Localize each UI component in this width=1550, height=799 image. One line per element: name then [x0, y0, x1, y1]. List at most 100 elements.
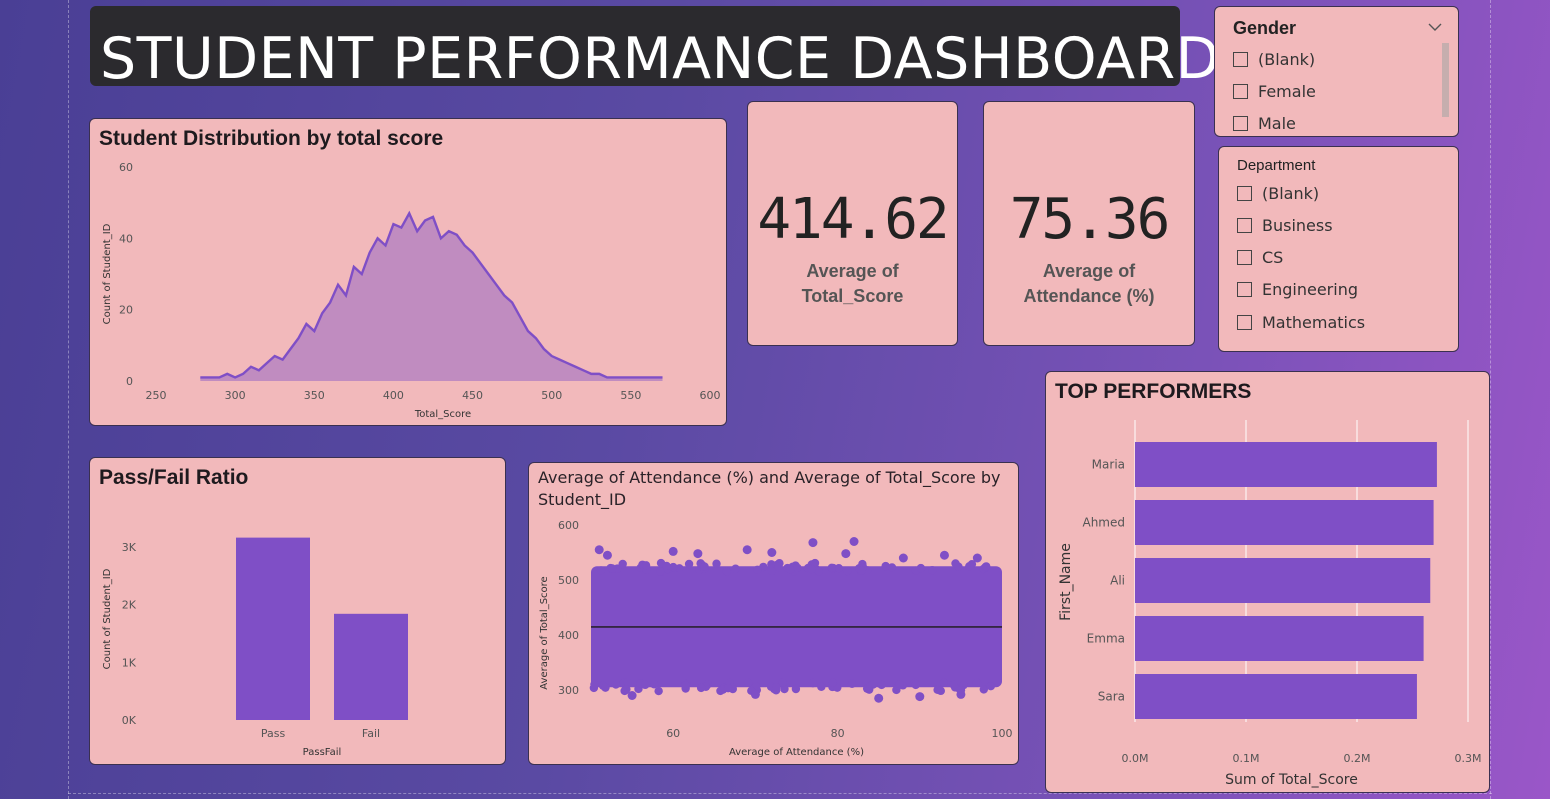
scatter-point	[791, 684, 801, 694]
kpi-value-avg-total-score: 414.62	[757, 187, 949, 252]
checkbox[interactable]	[1233, 115, 1248, 131]
department-option-mathematics[interactable]: Mathematics	[1237, 311, 1365, 333]
x-axis-label: Sum of Total_Score	[1225, 772, 1358, 788]
scatter-point	[722, 567, 732, 576]
bar-pass	[236, 537, 310, 720]
bar-ali	[1135, 558, 1431, 603]
scatter-point	[693, 549, 703, 559]
scatter-point	[965, 562, 974, 571]
kpi-label-line1: Average of	[1042, 261, 1136, 281]
checkbox[interactable]	[1233, 83, 1248, 99]
option-label: Male	[1258, 113, 1296, 133]
gender-option-male[interactable]: Male	[1233, 112, 1296, 134]
checkbox[interactable]	[1233, 51, 1248, 67]
gender-option-female[interactable]: Female	[1233, 80, 1316, 102]
x-tick-label: 0.1M	[1233, 752, 1260, 765]
y-tick-label: Ahmed	[1082, 516, 1125, 530]
kpi-label-line2: Total_Score	[801, 286, 904, 306]
x-tick-label: 550	[620, 389, 641, 402]
scatter-point	[723, 683, 733, 693]
checkbox[interactable]	[1237, 217, 1252, 233]
scatter-point	[601, 683, 610, 692]
kpi-value-avg-attendance: 75.36	[1009, 187, 1171, 252]
department-option-business[interactable]: Business	[1237, 214, 1333, 236]
gender-slicer[interactable]: Gender (Blank) Female Male	[1214, 6, 1459, 137]
scatter-chart: 300 400 500 600 60 80 100 Average of Attendance…	[539, 519, 1013, 758]
kpi-card-avg-attendance[interactable]: 75.36 Average of Attendance (%)	[983, 101, 1195, 346]
kpi-card-avg-total-score[interactable]: 414.62 Average of Total_Score	[747, 101, 958, 346]
chevron-down-icon[interactable]	[1428, 22, 1442, 32]
scatter-point	[668, 546, 678, 556]
y-tick-label: 400	[558, 629, 579, 642]
canvas-guide-left	[68, 0, 69, 799]
pass-fail-chart-card[interactable]: Pass/Fail Ratio 0K 1K 2K 3K Pass Fail PassFail…	[89, 457, 506, 765]
x-tick-label: 600	[700, 389, 721, 402]
scatter-point	[814, 567, 824, 576]
dashboard-title-bar: STUDENT PERFORMANCE DASHBOARD	[90, 6, 1262, 92]
scatter-point	[949, 680, 958, 689]
scatter-chart-card[interactable]: Average of Attendance (%) and Average of…	[528, 462, 1019, 765]
y-tick-label: 500	[558, 574, 579, 587]
scatter-point	[857, 566, 866, 575]
gender-slicer-scrollbar[interactable]	[1442, 43, 1449, 117]
x-axis-label: PassFail	[303, 747, 342, 758]
scatter-point	[865, 685, 874, 694]
scatter-point	[828, 678, 837, 687]
scatter-point	[774, 562, 783, 572]
y-tick-label: 0	[126, 375, 133, 388]
department-slicer[interactable]: Department (Blank) Business CS Engineeri…	[1218, 146, 1459, 352]
department-option-engineering[interactable]: Engineering	[1237, 278, 1358, 300]
scatter-point	[750, 689, 760, 699]
scatter-point	[742, 545, 752, 555]
x-tick-label: 400	[383, 389, 404, 402]
scatter-point	[972, 553, 982, 563]
x-axis-label: Total_Score	[414, 409, 471, 420]
option-label: Business	[1262, 215, 1333, 235]
scatter-point	[684, 559, 694, 569]
dashboard-title: STUDENT PERFORMANCE DASHBOARD	[100, 26, 1221, 92]
scatter-point	[590, 680, 599, 689]
scatter-point	[939, 550, 949, 560]
scatter-point	[895, 680, 904, 689]
scatter-point	[662, 561, 671, 571]
checkbox[interactable]	[1237, 249, 1252, 265]
scatter-point	[956, 689, 966, 699]
top-performers-card[interactable]: TOP PERFORMERS 0.0M 0.1M 0.2M 0.3M Maria Ahme…	[1045, 371, 1490, 793]
distribution-chart-card[interactable]: Student Distribution by total score 0 20 4…	[89, 118, 727, 426]
scatter-point	[939, 678, 948, 687]
scatter-point	[681, 681, 690, 690]
checkbox[interactable]	[1237, 185, 1252, 201]
scatter-point	[602, 550, 612, 560]
option-label: Engineering	[1262, 279, 1358, 299]
scatter-point	[767, 548, 777, 557]
scatter-point	[986, 682, 995, 691]
scatter-point	[641, 561, 651, 570]
y-tick-label: Maria	[1092, 458, 1125, 472]
x-tick-label: 300	[225, 389, 246, 402]
department-option-cs[interactable]: CS	[1237, 246, 1283, 268]
checkbox[interactable]	[1237, 281, 1252, 297]
distribution-area	[200, 213, 663, 381]
x-tick-label: 250	[146, 389, 167, 402]
scatter-point	[849, 537, 859, 546]
scatter-point	[982, 562, 991, 571]
scatter-point	[936, 686, 945, 696]
scatter-point	[808, 678, 818, 688]
y-tick-label: Ali	[1110, 574, 1125, 588]
scatter-point	[911, 680, 920, 690]
scatter-point	[712, 559, 721, 568]
bar-fail	[334, 613, 408, 720]
distribution-chart: 0 20 40 60 250 300 350 400 450 500 550 600 Total_Sco…	[102, 161, 721, 420]
pass-fail-chart: 0K1K2K3KPass FailPassFailCount of Student…	[102, 537, 408, 758]
canvas-guide-bottom	[68, 793, 1492, 794]
department-option-blank[interactable]: (Blank)	[1237, 182, 1319, 204]
gender-option-blank[interactable]: (Blank)	[1233, 48, 1315, 70]
x-tick-label: 450	[462, 389, 483, 402]
scatter-point	[928, 565, 937, 575]
scatter-point	[915, 692, 925, 702]
option-label: Mathematics	[1262, 312, 1366, 332]
scatter-point	[847, 679, 857, 689]
scatter-point	[786, 565, 795, 574]
scatter-point	[807, 565, 816, 574]
checkbox[interactable]	[1237, 314, 1252, 330]
